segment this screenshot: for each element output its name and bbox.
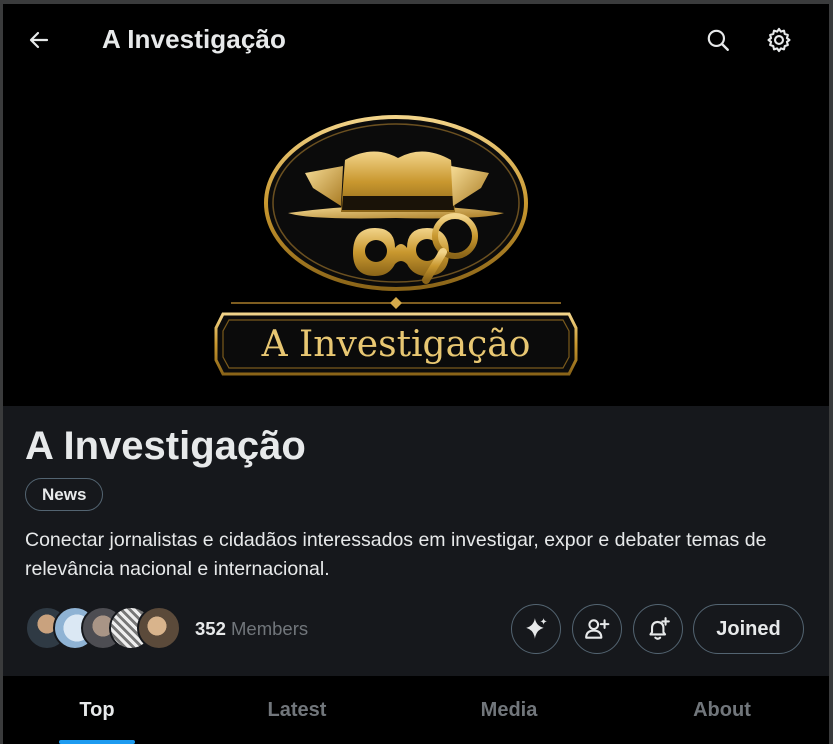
community-banner: A Investigação [3, 78, 829, 406]
tab-about[interactable]: About [615, 676, 829, 744]
category-tag[interactable]: News [25, 478, 104, 511]
sparkle-icon [526, 618, 547, 639]
settings-button[interactable] [760, 21, 798, 59]
search-icon [707, 29, 729, 51]
add-user-icon [585, 619, 610, 639]
community-name: A Investigação [25, 424, 306, 468]
page-title: A Investigação [102, 24, 286, 54]
bell-plus-icon [649, 617, 670, 640]
tab-top[interactable]: Top [3, 676, 191, 744]
search-button[interactable] [699, 21, 737, 59]
community-tabs: Top Latest Media About [3, 676, 829, 744]
back-button[interactable] [21, 22, 57, 58]
active-tab-indicator [59, 740, 135, 744]
community-logo-image: A Investigação [214, 115, 578, 376]
tab-media[interactable]: Media [403, 676, 615, 744]
joined-button[interactable]: Joined [693, 604, 804, 654]
invite-button[interactable] [572, 604, 622, 654]
members-label: Members [231, 618, 309, 639]
arrow-left-icon [29, 31, 49, 49]
avatar [137, 606, 181, 650]
top-bar: A Investigação [3, 4, 829, 78]
window-frame-right [829, 0, 833, 744]
member-avatars[interactable] [25, 606, 185, 652]
member-count-value: 352 [195, 618, 226, 639]
community-info-panel: A Investigação News Conectar jornalistas… [3, 406, 829, 676]
grok-summary-button[interactable] [511, 604, 561, 654]
gear-icon [767, 27, 791, 53]
tab-latest[interactable]: Latest [191, 676, 403, 744]
community-description: Conectar jornalistas e cidadãos interess… [25, 529, 767, 580]
notifications-button[interactable] [633, 604, 683, 654]
banner-logo-text: A Investigação [261, 324, 531, 365]
member-count[interactable]: 352 Members [195, 618, 308, 640]
